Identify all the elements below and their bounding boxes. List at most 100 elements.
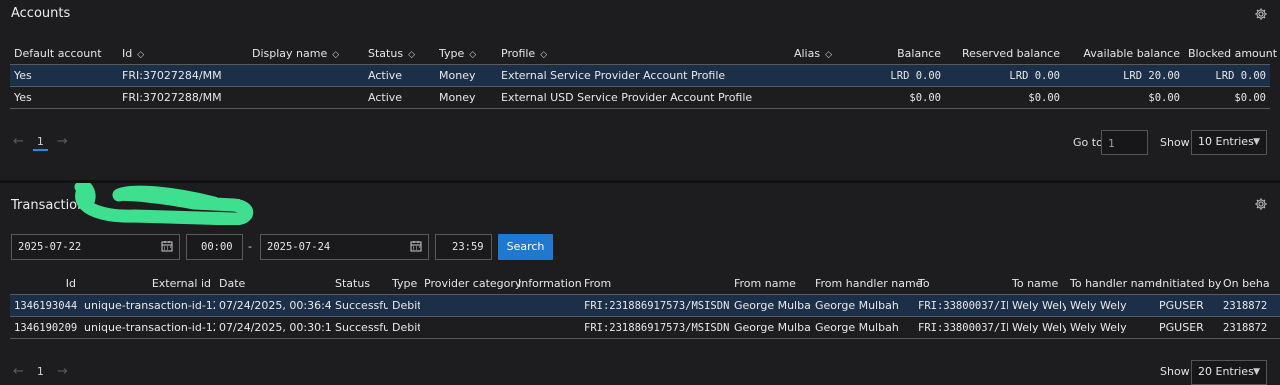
cell-reserved: $0.00 [945,86,1064,109]
col-information[interactable]: Information [514,272,582,295]
col-id[interactable]: Id [10,272,80,295]
cell-external-id: unique-transaction-id-123 [80,316,215,339]
cell-initiated-by: PGUSER [1155,316,1219,339]
col-status[interactable]: Status [331,272,388,295]
table-row[interactable]: Yes FRI:37027288/MM Active Money Externa… [10,86,1270,109]
col-status[interactable]: Status ◇ [364,42,435,65]
from-account-link[interactable]: FRI:231886917573/MSISDN [580,316,730,339]
arrow-left-icon[interactable]: ← [13,364,24,379]
cell-display-name [248,64,364,87]
redaction-scribble [74,183,254,225]
to-account-link[interactable]: FRI:33800037/ID [914,294,1008,317]
sort-icon[interactable]: ◇ [540,50,547,60]
cell-profile: External Service Provider Account Profil… [497,64,776,87]
accounts-panel: Accounts Default account Id ◇ Display nam… [0,0,1280,180]
date-to-input[interactable]: 2025-07-24 [260,234,429,260]
col-initiated-by[interactable]: Initiated by [1155,272,1221,295]
cell-provider-category [420,316,514,339]
cell-to-handler-name: Wely Wely [1066,316,1155,339]
col-to[interactable]: To [914,272,1008,295]
sort-icon[interactable]: ◇ [137,50,144,60]
col-on-behalf[interactable]: On beha [1219,272,1280,295]
accounts-table: Default account Id ◇ Display name ◇ Status… [10,42,1277,109]
col-to-handler-name[interactable]: To handler name [1066,272,1162,295]
col-type[interactable]: Type ◇ [435,42,497,65]
to-account-link[interactable]: FRI:33800037/ID [914,316,1008,339]
col-default-account[interactable]: Default account [10,42,118,65]
sort-icon[interactable]: ◇ [469,50,476,60]
time-from-input[interactable]: 00:00 [186,234,243,260]
cell-default: Yes [10,86,118,109]
col-blocked-amount[interactable]: Blocked amount [1184,42,1277,65]
sort-icon[interactable]: ◇ [408,50,415,60]
on-behalf-link[interactable]: 2318872 [1219,316,1280,339]
search-button[interactable]: Search [498,234,553,260]
page-number[interactable]: 1 [32,135,48,151]
cell-status: Successful [331,316,388,339]
goto-label: Go to [1073,136,1103,149]
cell-type: Money [435,86,497,109]
col-display-name[interactable]: Display name ◇ [248,42,364,65]
col-profile[interactable]: Profile ◇ [497,42,776,65]
cell-status: Active [364,64,435,87]
table-row[interactable]: 1346190209 unique-transaction-id-123 07/… [10,316,1280,339]
accounts-header-row: Default account Id ◇ Display name ◇ Status… [10,42,1277,65]
col-available-balance[interactable]: Available balance [1064,42,1184,65]
time-from-value: 00:00 [201,241,233,253]
col-from-name[interactable]: From name [730,272,811,295]
table-row[interactable]: 1346193044 unique-transaction-id-123 07/… [10,294,1280,317]
col-reserved-balance[interactable]: Reserved balance [945,42,1064,65]
calendar-icon[interactable] [410,240,422,252]
date-from-input[interactable]: 2025-07-22 [11,234,180,260]
cell-to-name: Wely Wely [1008,316,1066,339]
time-to-input[interactable]: 23:59 [435,234,492,260]
arrow-right-icon[interactable]: → [57,364,68,379]
gear-icon[interactable] [1254,7,1268,21]
entries-select[interactable]: 10 Entries ▼ [1191,130,1267,155]
gear-icon[interactable] [1254,197,1268,211]
cell-balance: $0.00 [836,86,945,109]
col-external-id[interactable]: External id [80,272,215,295]
chevron-down-icon: ▼ [1253,137,1260,147]
chevron-down-icon: ▼ [1253,367,1260,377]
arrow-left-icon[interactable]: ← [13,134,24,149]
cell-type: Debit [388,294,420,317]
cell-profile: External USD Service Provider Account Pr… [497,86,776,109]
calendar-icon[interactable] [161,240,173,252]
cell-available: $0.00 [1064,86,1184,109]
cell-alias [776,86,836,109]
sort-icon[interactable]: ◇ [825,50,832,60]
transactions-panel: Transaction /MM 2025-07-22 00:00 - 2025-… [0,183,1280,385]
cell-status: Successful [331,294,388,317]
page-number[interactable]: 1 [33,365,48,379]
col-type[interactable]: Type [388,272,420,295]
transaction-id-link[interactable]: 1346193044 [10,294,80,317]
show-label: Show [1160,365,1190,378]
goto-page-input[interactable]: 1 [1101,130,1148,155]
col-balance[interactable]: Balance [836,42,945,65]
col-id[interactable]: Id ◇ [118,42,248,65]
account-id-link[interactable]: FRI:37027288/MM [118,86,248,109]
col-from-handler-name[interactable]: From handler name [811,272,922,295]
col-date[interactable]: Date [215,272,331,295]
on-behalf-link[interactable]: 2318872 [1219,294,1280,317]
sort-icon[interactable]: ◇ [332,50,339,60]
cell-to-name: Wely Wely [1008,294,1066,317]
col-provider-category[interactable]: Provider category [420,272,521,295]
cell-from-handler-name: George Mulbah [811,316,914,339]
col-from[interactable]: From [580,272,730,295]
account-id-link[interactable]: FRI:37027284/MM [118,64,248,87]
arrow-right-icon[interactable]: → [57,134,68,149]
cell-balance: LRD 0.00 [836,64,945,87]
transactions-header-row: Id External id Date Status Type Provider… [10,272,1280,295]
col-to-name[interactable]: To name [1008,272,1066,295]
col-alias[interactable]: Alias ◇ [776,42,836,65]
cell-from-name: George Mulbah [730,294,811,317]
from-account-link[interactable]: FRI:231886917573/MSISDN [580,294,730,317]
table-row[interactable]: Yes FRI:37027284/MM Active Money Externa… [10,64,1270,87]
transaction-id-link[interactable]: 1346190209 [10,316,80,339]
cell-to-handler-name: Wely Wely [1066,294,1155,317]
cell-type: Money [435,64,497,87]
entries-select[interactable]: 20 Entries ▼ [1191,360,1267,385]
cell-default: Yes [10,64,118,87]
